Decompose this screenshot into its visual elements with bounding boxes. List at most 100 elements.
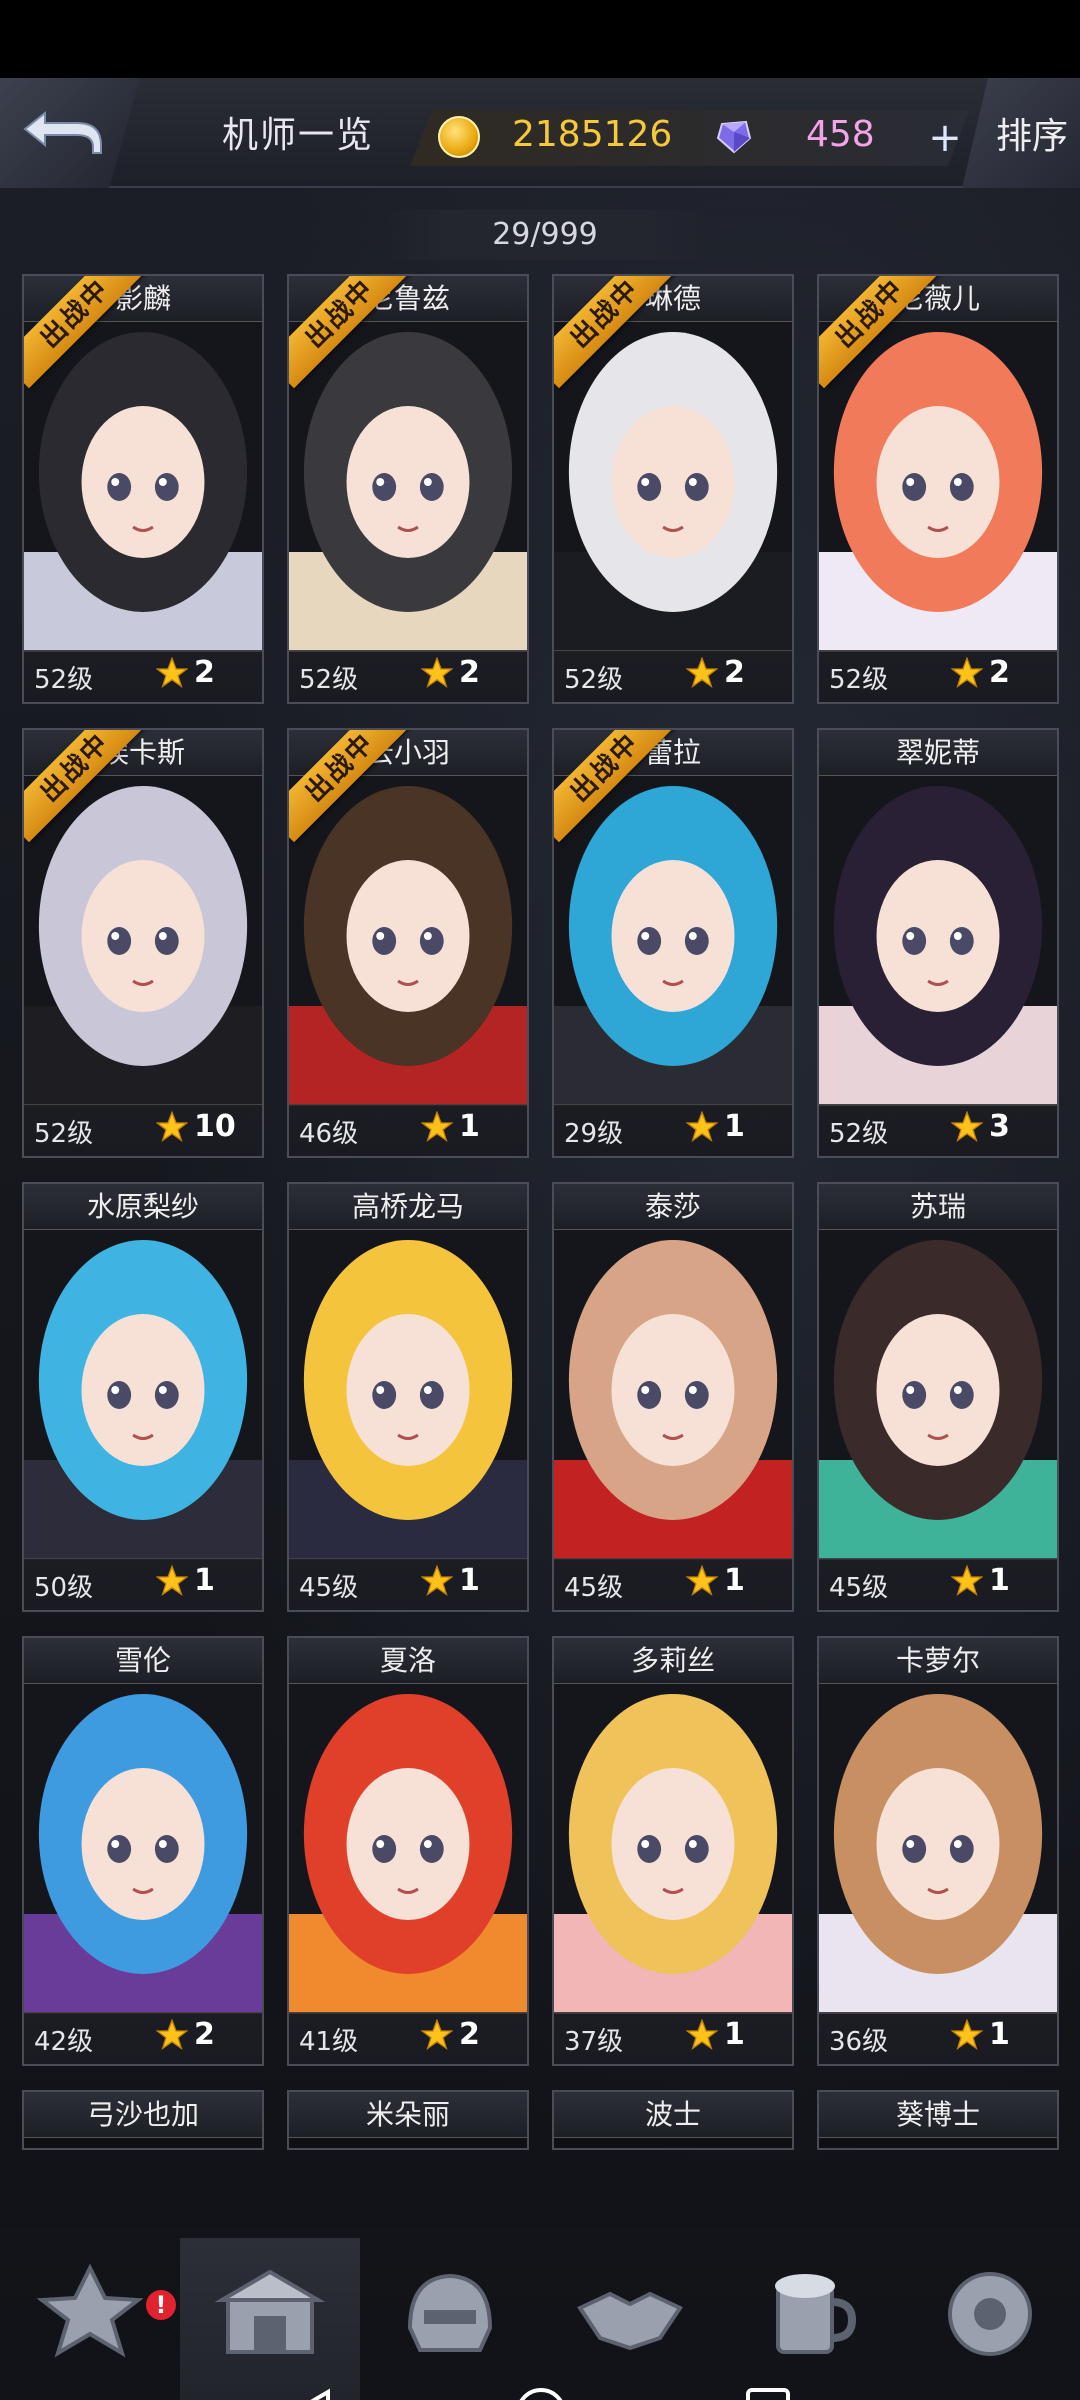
card-footer: 52级 2 bbox=[819, 650, 1057, 702]
roster-count: 29/999 bbox=[380, 210, 710, 260]
character-name: 夏洛 bbox=[289, 1638, 527, 1684]
star-count: 2 bbox=[194, 2017, 215, 2052]
warehouse-icon bbox=[180, 2238, 360, 2372]
card-footer: 52级 2 bbox=[289, 650, 527, 702]
shop-orb-icon bbox=[900, 2238, 1080, 2372]
character-portrait bbox=[819, 776, 1057, 1106]
character-portrait bbox=[554, 1684, 792, 2014]
currency-bar bbox=[410, 110, 970, 166]
character-card[interactable]: 弓沙也加 bbox=[22, 2090, 264, 2150]
character-card[interactable]: 泰莎 45级 1 bbox=[552, 1182, 794, 1612]
character-level: 45级 bbox=[564, 1573, 624, 1603]
character-portrait bbox=[819, 1684, 1057, 2014]
nav-item-5[interactable] bbox=[720, 2238, 900, 2400]
star-count: 3 bbox=[989, 1109, 1010, 1144]
star-count: 1 bbox=[724, 1109, 745, 1144]
character-name: 苏瑞 bbox=[819, 1184, 1057, 1230]
character-card[interactable]: 尼鲁兹 出战中 52级 2 bbox=[287, 274, 529, 704]
character-name: 泰莎 bbox=[554, 1184, 792, 1230]
character-portrait bbox=[289, 322, 527, 652]
card-footer: 45级 1 bbox=[289, 1558, 527, 1610]
system-recents-icon[interactable] bbox=[746, 2388, 790, 2400]
star-count: 2 bbox=[724, 655, 745, 690]
character-card[interactable]: 尼薇儿 出战中 52级 2 bbox=[817, 274, 1059, 704]
top-bar: 机师一览 2185126 458 + 排序 bbox=[0, 78, 1080, 188]
star-icon bbox=[155, 1110, 189, 1143]
card-footer: 37级 1 bbox=[554, 2012, 792, 2064]
character-card[interactable]: 波士 bbox=[552, 2090, 794, 2150]
character-level: 52级 bbox=[829, 1119, 889, 1149]
nav-item-4[interactable] bbox=[540, 2238, 720, 2400]
nav-item-1[interactable] bbox=[0, 2238, 180, 2400]
card-footer: 41级 2 bbox=[289, 2012, 527, 2064]
card-footer: 46级 1 bbox=[289, 1104, 527, 1156]
add-gems-button[interactable]: + bbox=[920, 114, 970, 162]
character-name: 多莉丝 bbox=[554, 1638, 792, 1684]
card-footer: 52级 10 bbox=[24, 1104, 262, 1156]
nav-item-3[interactable] bbox=[360, 2238, 540, 2400]
character-level: 37级 bbox=[564, 2027, 624, 2057]
character-name: 波士 bbox=[554, 2092, 792, 2138]
character-portrait bbox=[24, 1230, 262, 1560]
character-portrait bbox=[289, 776, 527, 1106]
star-icon bbox=[685, 1110, 719, 1143]
page-title: 机师一览 bbox=[222, 115, 375, 156]
card-footer: 52级 3 bbox=[819, 1104, 1057, 1156]
character-card[interactable]: 高桥龙马 45级 1 bbox=[287, 1182, 529, 1612]
star-count: 2 bbox=[194, 655, 215, 690]
star-count: 1 bbox=[459, 1109, 480, 1144]
card-footer: 42级 2 bbox=[24, 2012, 262, 2064]
star-icon bbox=[420, 1564, 454, 1597]
character-level: 41级 bbox=[299, 2027, 359, 2057]
character-level: 29级 bbox=[564, 1119, 624, 1149]
star-count: 1 bbox=[724, 2017, 745, 2052]
character-card[interactable]: 琳德 出战中 52级 2 bbox=[552, 274, 794, 704]
character-card[interactable]: 雪伦 42级 2 bbox=[22, 1636, 264, 2066]
notification-badge: ! bbox=[146, 2290, 176, 2320]
character-name: 水原梨纱 bbox=[24, 1184, 262, 1230]
star-icon bbox=[420, 656, 454, 689]
character-card[interactable]: 蕾拉 出战中 29级 1 bbox=[552, 728, 794, 1158]
star-count: 2 bbox=[459, 2017, 480, 2052]
character-name: 高桥龙马 bbox=[289, 1184, 527, 1230]
system-back-icon[interactable] bbox=[288, 2388, 332, 2400]
gold-amount: 2185126 bbox=[512, 114, 673, 155]
back-button[interactable] bbox=[0, 78, 140, 188]
sort-button[interactable]: 排序 bbox=[962, 78, 1080, 188]
card-footer: 36级 1 bbox=[819, 2012, 1057, 2064]
status-bar bbox=[0, 0, 1080, 78]
character-card[interactable]: 埃卡斯 出战中 52级 10 bbox=[22, 728, 264, 1158]
gold-coin-icon bbox=[438, 116, 480, 158]
star-count: 2 bbox=[459, 655, 480, 690]
character-card[interactable]: 夏洛 41级 2 bbox=[287, 1636, 529, 2066]
nav-item-6[interactable] bbox=[900, 2238, 1080, 2400]
character-card[interactable]: 影麟 出战中 52级 2 bbox=[22, 274, 264, 704]
nav-item-2[interactable] bbox=[180, 2238, 360, 2400]
back-arrow-icon bbox=[23, 110, 102, 154]
character-level: 52级 bbox=[34, 1119, 94, 1149]
character-card[interactable]: 米朵丽 bbox=[287, 2090, 529, 2150]
character-portrait bbox=[819, 322, 1057, 652]
character-card[interactable]: 苏瑞 45级 1 bbox=[817, 1182, 1059, 1612]
character-card[interactable]: 葵博士 bbox=[817, 2090, 1059, 2150]
star-icon bbox=[155, 2018, 189, 2051]
card-footer: 45级 1 bbox=[554, 1558, 792, 1610]
star-count: 1 bbox=[724, 1563, 745, 1598]
character-card[interactable]: 水原梨纱 50级 1 bbox=[22, 1182, 264, 1612]
character-name: 卡萝尔 bbox=[819, 1638, 1057, 1684]
character-card[interactable]: 翠妮蒂 52级 3 bbox=[817, 728, 1059, 1158]
star-icon bbox=[950, 1564, 984, 1597]
character-card[interactable]: 云小羽 出战中 46级 1 bbox=[287, 728, 529, 1158]
character-level: 46级 bbox=[299, 1119, 359, 1149]
character-level: 45级 bbox=[299, 1573, 359, 1603]
star-count: 2 bbox=[989, 655, 1010, 690]
character-level: 50级 bbox=[34, 1573, 94, 1603]
character-level: 52级 bbox=[34, 665, 94, 695]
character-card[interactable]: 卡萝尔 36级 1 bbox=[817, 1636, 1059, 2066]
star-icon bbox=[950, 1110, 984, 1143]
character-portrait bbox=[24, 1684, 262, 2014]
character-portrait bbox=[554, 1230, 792, 1560]
character-level: 42级 bbox=[34, 2027, 94, 2057]
character-name: 弓沙也加 bbox=[24, 2092, 262, 2138]
character-card[interactable]: 多莉丝 37级 1 bbox=[552, 1636, 794, 2066]
